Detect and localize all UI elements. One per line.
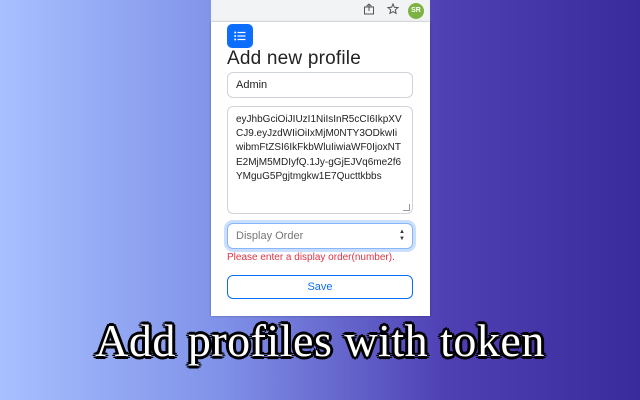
display-order-error: Please enter a display order(number). (227, 252, 395, 263)
resize-handle[interactable] (403, 204, 410, 211)
stepper-down-icon[interactable]: ▼ (398, 236, 406, 243)
token-textarea[interactable]: eyJhbGciOiJIUzI1NiIsInR5cCI6IkpXVCJ9.eyJ… (227, 106, 413, 214)
share-icon-graphic (364, 3, 374, 15)
star-icon-graphic (386, 2, 400, 15)
display-order-input[interactable] (228, 224, 404, 248)
list-icon (234, 31, 246, 41)
share-icon[interactable] (361, 3, 377, 19)
browser-toolbar: SR (211, 0, 430, 23)
avatar[interactable]: SR (408, 3, 424, 19)
token-text: eyJhbGciOiJIUzI1NiIsInR5cCI6IkpXVCJ9.eyJ… (236, 114, 402, 182)
save-button[interactable]: Save (227, 275, 413, 299)
display-order-field[interactable]: ▲ ▼ (227, 223, 413, 249)
number-stepper[interactable]: ▲ ▼ (398, 229, 406, 243)
promo-caption: Add profiles with token (95, 315, 545, 366)
page-title: Add new profile (227, 48, 361, 69)
profile-name-input[interactable] (227, 72, 413, 98)
extension-popup: Add new profile eyJhbGciOiJIUzI1NiIsInR5… (211, 22, 430, 316)
stepper-up-icon[interactable]: ▲ (398, 229, 406, 236)
star-icon[interactable] (385, 2, 401, 19)
profiles-list-button[interactable] (227, 24, 253, 48)
